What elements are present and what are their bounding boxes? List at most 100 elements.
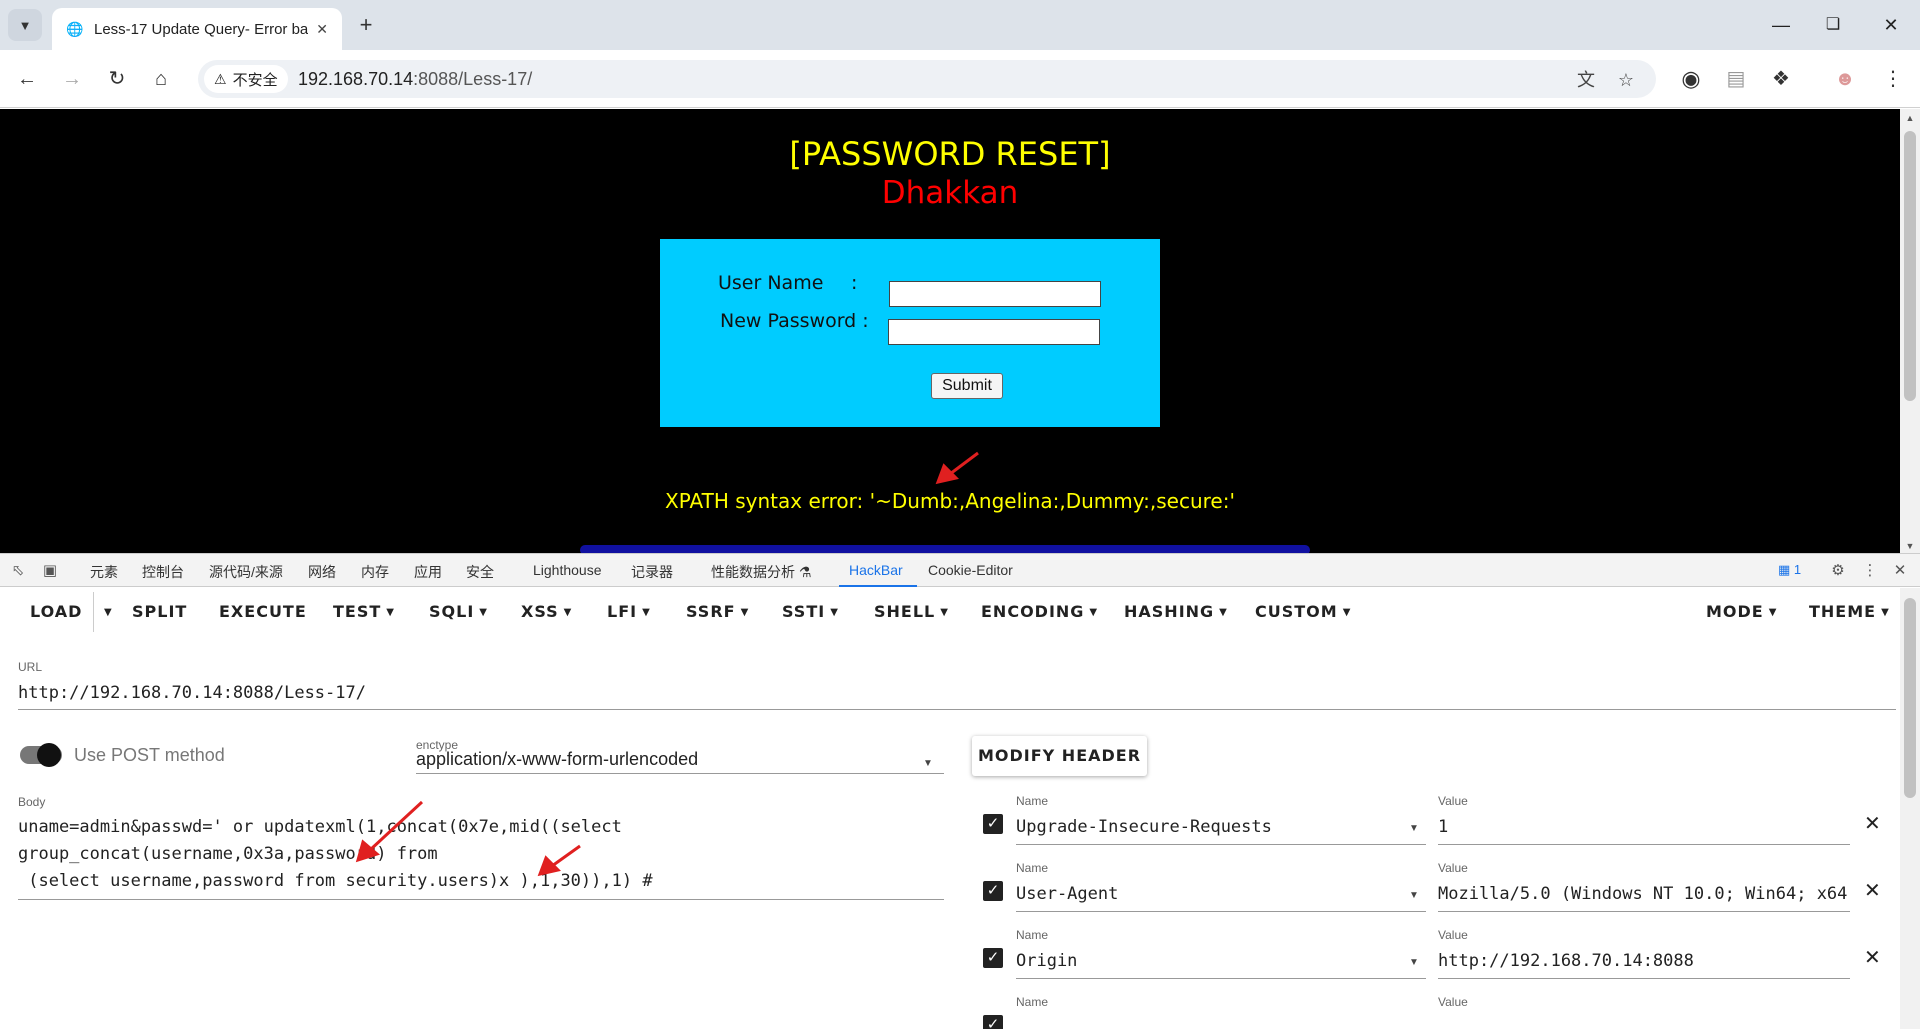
header-checkbox[interactable]: ✓ [983, 881, 1003, 901]
inspect-element-icon[interactable]: ⬁ [8, 561, 28, 581]
new-tab-plus-icon[interactable]: + [352, 11, 380, 39]
back-arrow-icon[interactable]: ← [12, 64, 42, 94]
load-dropdown-icon[interactable]: ▼ [99, 602, 113, 621]
tab-performance-insights[interactable]: 性能数据分析 ⚗ [711, 562, 811, 582]
menu-encoding[interactable]: ENCODING ▼ [981, 602, 1098, 621]
tab-application[interactable]: 应用 [414, 562, 442, 582]
header-value-input[interactable]: 1 [1438, 817, 1850, 837]
header-checkbox[interactable]: ✓ [983, 814, 1003, 834]
page-subheading: Dhakkan [881, 175, 1019, 211]
tab-network[interactable]: 网络 [308, 562, 336, 582]
tab-search-chevron-icon[interactable]: ▼ [8, 9, 42, 41]
menu-load[interactable]: LOAD [30, 602, 82, 621]
translate-icon[interactable]: 文 [1574, 68, 1598, 92]
tab-console[interactable]: 控制台 [142, 562, 184, 582]
menu-split[interactable]: SPLIT [132, 602, 187, 621]
tab-cookie-editor[interactable]: Cookie-Editor [928, 562, 1013, 578]
menu-ssrf[interactable]: SSRF ▼ [686, 602, 749, 621]
header-name-input[interactable]: User-Agent [1016, 884, 1118, 904]
remove-header-icon[interactable]: ✕ [1864, 878, 1881, 903]
devtools-close-icon[interactable]: ✕ [1890, 561, 1910, 581]
submit-button[interactable]: Submit [931, 373, 1003, 399]
header-value-underline [1438, 844, 1850, 845]
username-label: User Name [718, 272, 824, 294]
menu-hashing[interactable]: HASHING ▼ [1124, 602, 1228, 621]
menu-lfi[interactable]: LFI ▼ [607, 602, 651, 621]
extension-tabs-icon[interactable]: ▤ [1723, 66, 1749, 92]
menu-custom-label: CUSTOM [1255, 602, 1338, 621]
header-name-underline [1016, 978, 1426, 979]
new-password-input[interactable] [888, 319, 1100, 345]
warning-triangle-icon: ⚠ [214, 70, 227, 87]
menu-execute[interactable]: EXECUTE [219, 602, 307, 621]
post-method-toggle-knob[interactable] [37, 743, 61, 767]
browser-menu-icon[interactable]: ⋮ [1880, 66, 1906, 92]
bookmark-star-icon[interactable]: ☆ [1614, 68, 1638, 92]
address-bar[interactable]: ⚠ 不安全 192.168.70.14:8088/Less-17/ 文 ☆ [198, 60, 1656, 98]
partial-blue-banner [580, 545, 1310, 553]
tab-recorder[interactable]: 记录器 [631, 562, 673, 582]
header-name-dropdown-icon[interactable]: ▼ [1409, 890, 1419, 901]
extension-record-icon[interactable]: ◉ [1678, 66, 1704, 92]
url-field[interactable]: http://192.168.70.14:8088/Less-17/ [18, 683, 366, 703]
header-name-input[interactable]: Origin [1016, 951, 1077, 971]
security-chip[interactable]: ⚠ 不安全 [204, 65, 288, 93]
username-input[interactable] [889, 281, 1101, 307]
extensions-puzzle-icon[interactable]: ❖ [1768, 66, 1794, 92]
menu-custom[interactable]: CUSTOM ▼ [1255, 602, 1351, 621]
devtools-menu-icon[interactable]: ⋮ [1860, 561, 1880, 581]
browser-tab[interactable]: 🌐 Less-17 Update Query- Error based - St… [52, 8, 342, 50]
password-reset-form: User Name : New Password : Submit [660, 239, 1160, 427]
globe-icon: 🌐 [66, 21, 84, 37]
enctype-dropdown-arrow-icon[interactable]: ▼ [923, 758, 933, 769]
forward-arrow-icon[interactable]: → [57, 64, 87, 94]
close-window-icon[interactable]: ✕ [1876, 12, 1906, 38]
tab-lighthouse[interactable]: Lighthouse [533, 562, 602, 578]
tab-hackbar[interactable]: HackBar [849, 562, 903, 578]
tab-elements[interactable]: 元素 [90, 562, 118, 582]
menu-ssrf-label: SSRF [686, 602, 736, 621]
device-toolbar-icon[interactable]: ▣ [40, 561, 60, 581]
close-tab-icon[interactable]: ✕ [316, 21, 328, 38]
devtools-settings-gear-icon[interactable]: ⚙ [1828, 561, 1848, 581]
scroll-down-icon[interactable]: ▼ [1900, 541, 1920, 551]
menu-theme[interactable]: THEME ▼ [1809, 602, 1890, 621]
header-value-input[interactable]: Mozilla/5.0 (Windows NT 10.0; Win64; x64… [1438, 884, 1850, 904]
menu-xss[interactable]: XSS ▼ [521, 602, 572, 621]
body-textarea[interactable]: uname=admin&passwd=' or updatexml(1,conc… [18, 814, 653, 895]
home-icon[interactable]: ⌂ [146, 64, 176, 94]
header-checkbox[interactable]: ✓ [983, 948, 1003, 968]
hackbar-scrollbar-thumb[interactable] [1904, 598, 1916, 798]
hackbar-scrollbar[interactable] [1900, 588, 1920, 1029]
header-name-input[interactable]: Upgrade-Insecure-Requests [1016, 817, 1272, 837]
tab-sources[interactable]: 源代码/来源 [209, 562, 283, 582]
menu-ssti[interactable]: SSTI ▼ [782, 602, 839, 621]
menu-test[interactable]: TEST ▼ [333, 602, 395, 621]
enctype-select[interactable]: application/x-www-form-urlencoded [416, 749, 698, 770]
menu-sqli[interactable]: SQLI ▼ [429, 602, 488, 621]
header-name-dropdown-icon[interactable]: ▼ [1409, 823, 1419, 834]
tab-security[interactable]: 安全 [466, 562, 494, 582]
menu-shell[interactable]: SHELL ▼ [874, 602, 949, 621]
url-text[interactable]: 192.168.70.14:8088/Less-17/ [298, 69, 532, 90]
active-tab-indicator [839, 585, 917, 587]
header-value-label: Value [1438, 861, 1468, 875]
security-chip-label: 不安全 [232, 71, 278, 89]
profile-avatar-icon[interactable]: ☻ [1832, 66, 1858, 92]
menu-theme-label: THEME [1809, 602, 1877, 621]
remove-header-icon[interactable]: ✕ [1864, 811, 1881, 836]
issues-badge[interactable]: ▦ 1 [1778, 562, 1801, 578]
restore-icon[interactable]: ❏ [1818, 12, 1848, 38]
header-value-input[interactable]: http://192.168.70.14:8088 [1438, 951, 1850, 971]
reload-icon[interactable]: ↻ [102, 64, 132, 94]
modify-header-button[interactable]: MODIFY HEADER [972, 736, 1147, 776]
scroll-up-icon[interactable]: ▲ [1900, 113, 1920, 123]
tab-memory[interactable]: 内存 [361, 562, 389, 582]
header-checkbox[interactable]: ✓ [983, 1015, 1003, 1029]
header-name-dropdown-icon[interactable]: ▼ [1409, 957, 1419, 968]
menu-mode[interactable]: MODE ▼ [1706, 602, 1777, 621]
remove-header-icon[interactable]: ✕ [1864, 945, 1881, 970]
page-scrollbar[interactable]: ▲ ▼ [1900, 109, 1920, 553]
minimize-icon[interactable]: — [1766, 12, 1796, 38]
page-scrollbar-thumb[interactable] [1904, 131, 1916, 401]
